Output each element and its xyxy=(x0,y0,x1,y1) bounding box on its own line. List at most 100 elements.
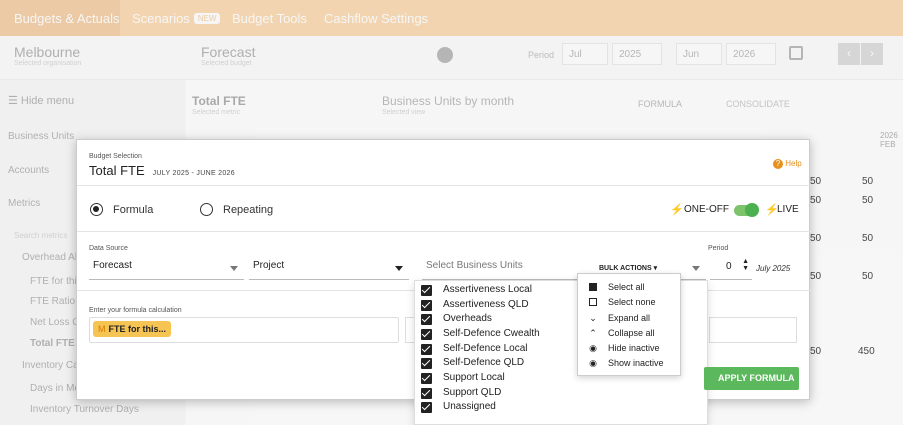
chevron-down-icon xyxy=(230,266,238,271)
view-title[interactable]: Business Units by month xyxy=(382,94,514,108)
new-badge: NEW xyxy=(193,13,221,24)
grid-value: 50 xyxy=(810,346,822,357)
period-stepper[interactable]: 0 ▲ ▼ xyxy=(710,256,752,280)
divider xyxy=(77,231,811,232)
location-name[interactable]: Melbourne xyxy=(14,44,80,60)
to-year-select[interactable]: 2026 xyxy=(726,43,776,65)
to-month-select[interactable]: Jun xyxy=(676,43,722,65)
chevron-down-icon[interactable] xyxy=(437,47,453,63)
col-2026-feb: 2026 FEB xyxy=(880,131,898,149)
from-year-select[interactable]: 2025 xyxy=(612,43,662,65)
bulk-actions-button[interactable]: BULK ACTIONS ▾ xyxy=(599,264,657,272)
calendar-icon[interactable] xyxy=(789,46,803,60)
formula-chip[interactable]: M FTE for this... xyxy=(93,321,171,337)
radio-formula[interactable] xyxy=(90,203,103,216)
apply-formula-label: APPLY FORMULA xyxy=(718,373,795,383)
chevron-down-icon xyxy=(692,266,700,271)
sidebar-business-units[interactable]: Business Units xyxy=(8,131,74,142)
data-source-value: Forecast xyxy=(93,260,132,271)
checkbox-checked-icon[interactable] xyxy=(421,388,432,399)
help-icon: ? xyxy=(773,159,783,169)
hide-menu-button[interactable]: ☰ Hide menu xyxy=(8,94,74,107)
budget-name[interactable]: Forecast xyxy=(201,44,255,60)
sidebar-inventory-turnover[interactable]: Inventory Turnover Days xyxy=(30,404,139,415)
tab-scenarios[interactable]: Scenarios NEW xyxy=(132,11,221,26)
chevron-down-icon xyxy=(395,266,403,271)
sidebar-accounts[interactable]: Accounts xyxy=(8,165,49,176)
dimension-value: Project xyxy=(253,260,285,271)
checkbox-checked-icon[interactable] xyxy=(421,329,432,340)
checkbox-checked-icon[interactable] xyxy=(421,402,432,413)
help-link[interactable]: ? Help xyxy=(773,159,802,169)
formula-chip-label: FTE for this... xyxy=(108,324,167,334)
eye-icon: ◉ xyxy=(589,358,597,368)
sidebar-total-fte[interactable]: Total FTE xyxy=(30,338,75,349)
tab-active-highlight xyxy=(0,0,120,36)
sidebar-fte-ratio[interactable]: FTE Ratio xyxy=(30,296,75,307)
location-sub: Selected organisation xyxy=(14,60,82,67)
data-source-label: Data Source xyxy=(89,245,128,252)
tab-cashflow-settings[interactable]: Cashflow Settings xyxy=(324,11,428,26)
stepper-arrows-icon: ▲ ▼ xyxy=(742,258,749,272)
lightning-off-icon: ⚡ xyxy=(670,204,684,216)
from-month-select[interactable]: Jul xyxy=(562,43,608,65)
divider xyxy=(77,185,811,186)
bulk-actions-label: BULK ACTIONS xyxy=(599,265,652,272)
modal-period: JULY 2025 - JUNE 2026 xyxy=(152,170,235,177)
budget-selection-label: Budget Selection xyxy=(89,153,142,160)
mode-repeating-label: Repeating xyxy=(223,204,274,216)
period-value: 0 xyxy=(726,261,732,272)
checkbox-checked-icon[interactable] xyxy=(421,358,432,369)
data-source-select[interactable]: Forecast xyxy=(89,256,244,280)
formula-toolbar-button[interactable]: FORMULA xyxy=(638,99,682,109)
grid-value: 50 xyxy=(862,233,874,244)
grid-value: 50 xyxy=(810,195,822,206)
grid-value: 50 xyxy=(862,176,874,187)
checkbox-checked-icon[interactable] xyxy=(421,373,432,384)
eye-off-icon: ◉ xyxy=(589,343,597,353)
help-label: Help xyxy=(785,159,802,168)
checkbox-empty-icon xyxy=(589,298,597,306)
secondary-input[interactable] xyxy=(709,317,797,343)
checkbox-checked-icon[interactable] xyxy=(421,314,432,325)
checkbox-checked-icon[interactable] xyxy=(421,285,432,296)
dimension-select[interactable]: Project xyxy=(249,256,409,280)
live-toggle[interactable] xyxy=(734,203,759,217)
business-units-placeholder: Select Business Units xyxy=(426,260,523,271)
modal-header: Total FTE JULY 2025 - JUNE 2026 xyxy=(89,162,235,180)
grid-value: 50 xyxy=(810,233,822,244)
live-label: LIVE xyxy=(777,204,799,215)
hide-menu-label: Hide menu xyxy=(20,95,75,107)
metric-title: Total FTE xyxy=(192,94,246,108)
one-off-label: ONE-OFF xyxy=(684,204,729,215)
metric-icon: M xyxy=(98,324,106,334)
grid-value: 450 xyxy=(858,346,875,357)
grid-value: 50 xyxy=(862,271,874,282)
modal-title: Total FTE xyxy=(89,163,145,178)
radio-repeating[interactable] xyxy=(200,203,213,216)
checkbox-checked-icon[interactable] xyxy=(421,300,432,311)
next-button[interactable]: › xyxy=(861,43,883,65)
sidebar-search[interactable]: Search metrics xyxy=(14,231,67,240)
tab-scenarios-label: Scenarios xyxy=(132,11,190,26)
period-month: July 2025 xyxy=(756,264,791,273)
consolidate-toolbar-button[interactable]: CONSOLIDATE xyxy=(726,99,790,109)
grid-value: 50 xyxy=(810,176,822,187)
period-label: Period xyxy=(528,50,555,60)
tab-budget-tools[interactable]: Budget Tools xyxy=(232,11,307,26)
prev-button[interactable]: ‹ xyxy=(838,43,860,65)
mode-formula-label: Formula xyxy=(113,204,154,216)
grid-value: 50 xyxy=(862,195,874,206)
sidebar-metrics[interactable]: Metrics xyxy=(8,198,40,209)
view-sub: Selected view xyxy=(382,109,426,116)
bulk-actions-menu: Select all Select none ⌄ Expand all ⌃ Coll… xyxy=(577,273,681,376)
checkbox-checked-icon[interactable] xyxy=(421,344,432,355)
chevron-up-icon: ⌃ xyxy=(589,328,597,338)
metric-sub: Selected metric xyxy=(192,109,241,116)
period-label-modal: Period xyxy=(708,245,729,252)
checkbox-checked-icon xyxy=(589,283,597,291)
chevron-down-icon: ⌄ xyxy=(589,313,597,323)
tab-budgets-actuals[interactable]: Budgets & Actuals xyxy=(14,11,120,26)
apply-formula-button[interactable]: APPLY FORMULA xyxy=(704,367,799,390)
top-navigation: Budgets & Actuals Scenarios NEW Budget To… xyxy=(0,0,903,36)
